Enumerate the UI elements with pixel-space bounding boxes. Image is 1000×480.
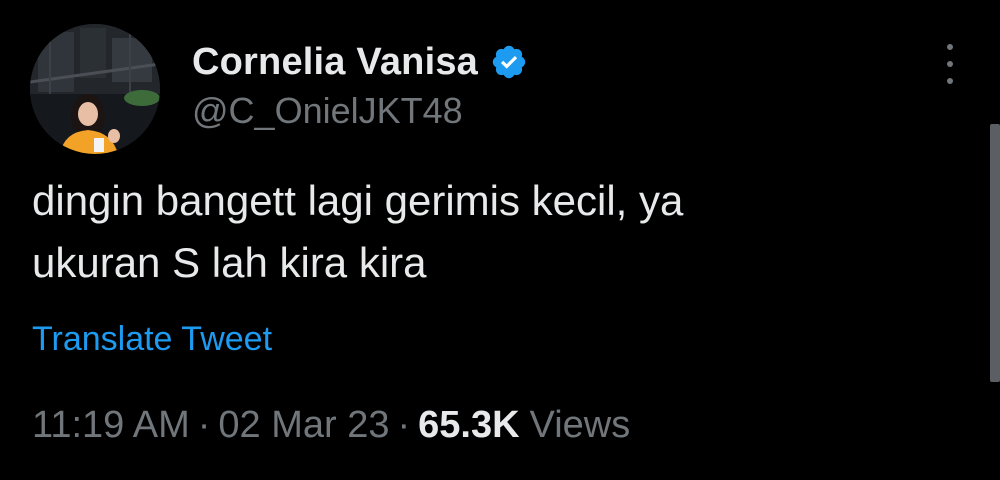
- avatar-photo: [30, 24, 160, 154]
- views-label: Views: [529, 404, 631, 446]
- tweet-date[interactable]: 02 Mar 23: [218, 404, 389, 447]
- more-dot: [947, 61, 953, 67]
- tweet-text-line: dingin bangett lagi gerimis kecil, ya: [32, 177, 684, 224]
- translate-tweet-link[interactable]: Translate Tweet: [32, 320, 272, 359]
- tweet-text: dingin bangett lagi gerimis kecil, ya uk…: [32, 170, 932, 294]
- verified-badge-icon: [490, 43, 528, 81]
- author-display-name[interactable]: Cornelia Vanisa: [192, 41, 478, 84]
- tweet-text-line: ukuran S lah kira kira: [32, 239, 427, 286]
- scrollbar[interactable]: [990, 124, 1000, 382]
- tweet-meta: 11:19 AM · 02 Mar 23 · 65.3K Views: [32, 404, 630, 447]
- meta-separator: ·: [397, 404, 411, 446]
- author-name-row: Cornelia Vanisa: [192, 38, 528, 86]
- tweet-time[interactable]: 11:19 AM: [32, 404, 190, 447]
- more-options-icon[interactable]: [938, 44, 962, 84]
- avatar[interactable]: [30, 24, 160, 154]
- meta-separator: ·: [197, 404, 211, 446]
- more-dot: [947, 44, 953, 50]
- views-count: 65.3K: [418, 404, 520, 446]
- more-dot: [947, 78, 953, 84]
- author-handle[interactable]: @C_OnielJKT48: [192, 90, 463, 132]
